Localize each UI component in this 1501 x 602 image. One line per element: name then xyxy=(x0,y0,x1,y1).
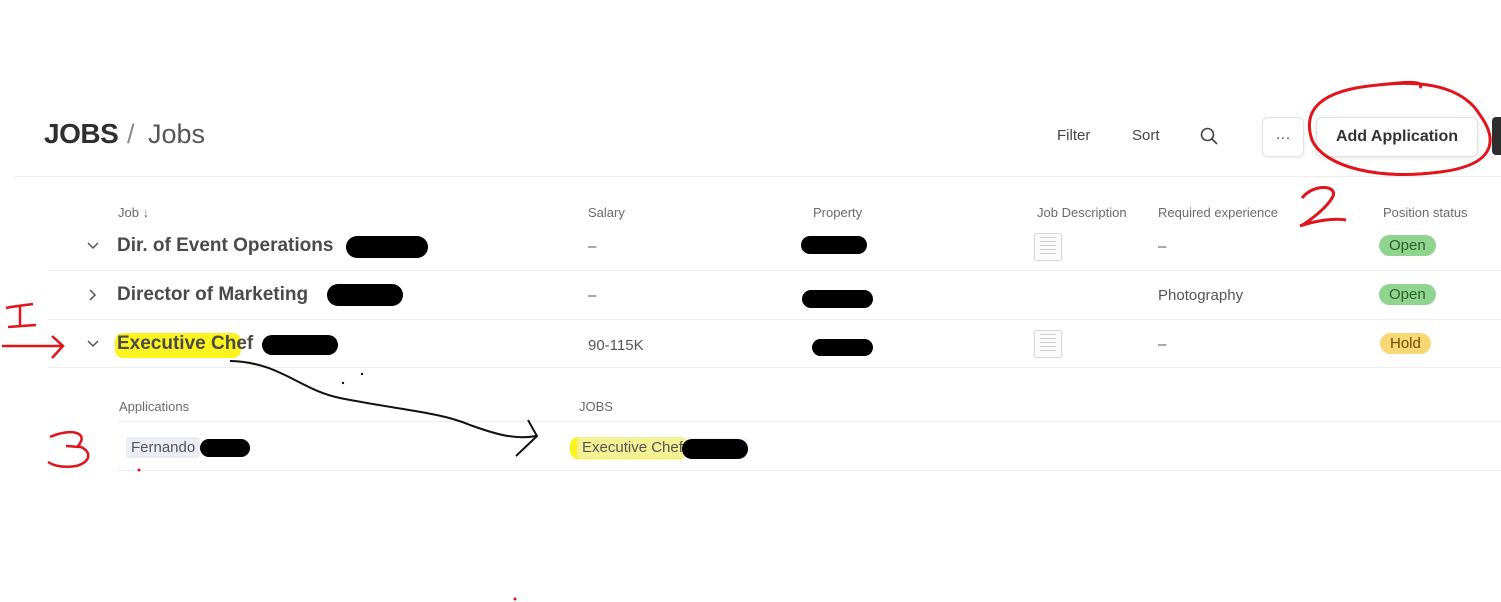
red-circle-annotation xyxy=(1307,80,1492,176)
red-arrow-annotation xyxy=(2,335,65,359)
annotation-number-1 xyxy=(5,302,37,329)
black-dot xyxy=(360,372,364,376)
red-dot xyxy=(137,468,141,472)
annotation-number-3 xyxy=(47,430,90,469)
annotation-number-2 xyxy=(1299,186,1347,228)
black-dot xyxy=(341,381,345,385)
annotation-overlay xyxy=(2,80,1492,601)
red-dot xyxy=(513,597,517,601)
black-arrow-annotation xyxy=(229,360,539,457)
